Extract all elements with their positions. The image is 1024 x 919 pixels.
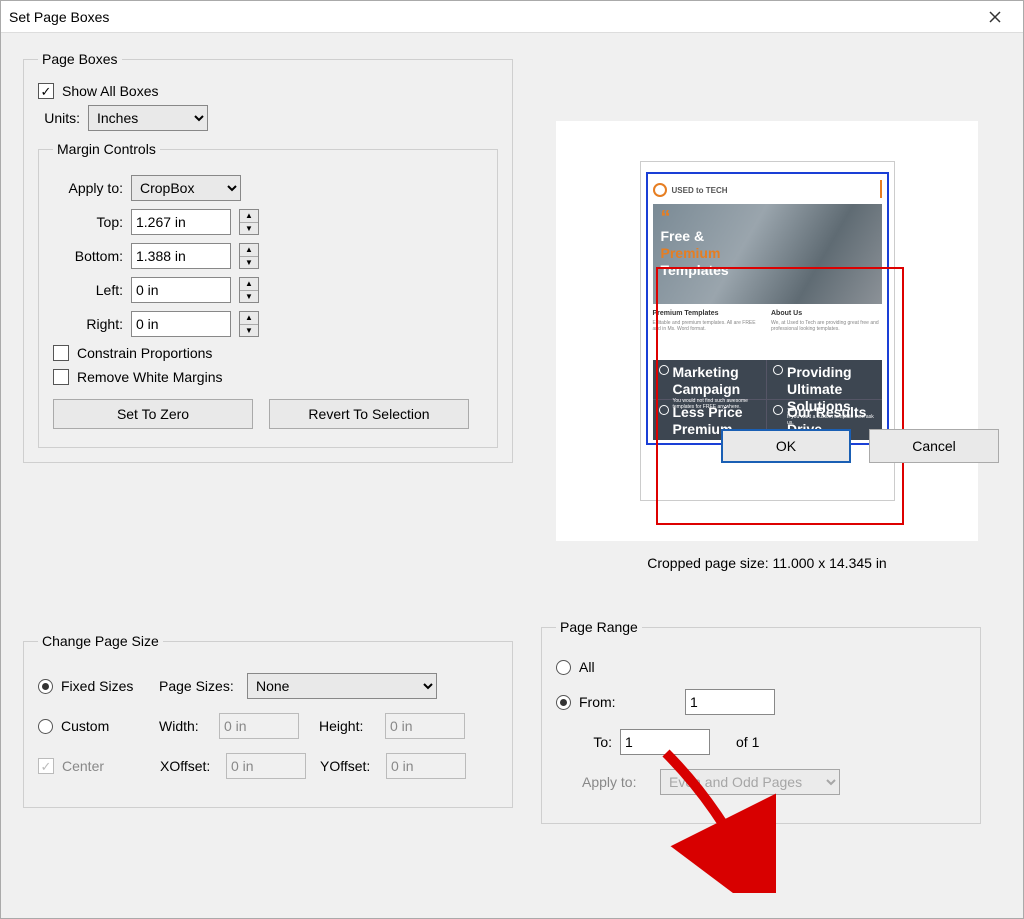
dialog-title: Set Page Boxes [9, 9, 109, 25]
constrain-proportions-checkbox[interactable] [53, 345, 69, 361]
top-label: Top: [53, 214, 123, 230]
apply-to-label: Apply to: [53, 180, 123, 196]
to-input[interactable] [620, 729, 710, 755]
to-label: To: [582, 734, 612, 750]
page-range-group: Page Range All From: To: of 1 Apply to: [541, 619, 981, 824]
center-label: Center [62, 758, 152, 774]
range-apply-to-select: Even and Odd Pages [660, 769, 840, 795]
ok-button[interactable]: OK [721, 429, 851, 463]
margin-controls-legend: Margin Controls [53, 141, 160, 157]
units-select[interactable]: Inches [88, 105, 208, 131]
page-sizes-label: Page Sizes: [159, 678, 239, 694]
titlebar: Set Page Boxes [1, 1, 1023, 33]
left-input[interactable] [131, 277, 231, 303]
cropped-size-label: Cropped page size: 11.000 x 14.345 in [556, 555, 978, 571]
width-input [219, 713, 299, 739]
change-page-size-legend: Change Page Size [38, 633, 163, 649]
apply-to-select[interactable]: CropBox [131, 175, 241, 201]
chevron-up-icon[interactable]: ▲ [240, 210, 258, 223]
dialog-footer: OK Cancel [721, 429, 999, 463]
page-boxes-group: Page Boxes Show All Boxes Units: Inches … [23, 51, 513, 463]
show-all-boxes-label: Show All Boxes [62, 83, 159, 99]
fixed-sizes-label: Fixed Sizes [61, 678, 151, 694]
chevron-up-icon[interactable]: ▲ [240, 312, 258, 325]
chevron-down-icon[interactable]: ▼ [240, 291, 258, 303]
change-page-size-group: Change Page Size Fixed Sizes Page Sizes:… [23, 633, 513, 808]
bottom-input[interactable] [131, 243, 231, 269]
constrain-proportions-label: Constrain Proportions [77, 345, 212, 361]
units-label: Units: [38, 110, 80, 126]
left-label: Left: [53, 282, 123, 298]
all-radio[interactable] [556, 660, 571, 675]
of-label: of 1 [736, 734, 759, 750]
bottom-label: Bottom: [53, 248, 123, 264]
chevron-down-icon[interactable]: ▼ [240, 325, 258, 337]
center-checkbox [38, 758, 54, 774]
yoffset-input [386, 753, 466, 779]
from-label: From: [579, 694, 639, 710]
chevron-up-icon[interactable]: ▲ [240, 244, 258, 257]
right-spinner[interactable]: ▲▼ [239, 311, 259, 337]
page-sizes-select[interactable]: None [247, 673, 437, 699]
all-label: All [579, 659, 595, 675]
remove-white-margins-checkbox[interactable] [53, 369, 69, 385]
dialog-set-page-boxes: Set Page Boxes Page Boxes Show All Boxes… [0, 0, 1024, 919]
remove-white-margins-label: Remove White Margins [77, 369, 223, 385]
custom-radio[interactable] [38, 719, 53, 734]
top-spinner[interactable]: ▲▼ [239, 209, 259, 235]
page-preview: USED to TECH “ Free & Premium Templates … [556, 121, 978, 541]
top-input[interactable] [131, 209, 231, 235]
custom-label: Custom [61, 718, 151, 734]
close-button[interactable] [975, 3, 1015, 31]
bleed-box-overlay[interactable] [656, 267, 904, 525]
height-input [385, 713, 465, 739]
right-input[interactable] [131, 311, 231, 337]
xoffset-input [226, 753, 306, 779]
page-boxes-legend: Page Boxes [38, 51, 122, 67]
bottom-spinner[interactable]: ▲▼ [239, 243, 259, 269]
cancel-button[interactable]: Cancel [869, 429, 999, 463]
fixed-sizes-radio[interactable] [38, 679, 53, 694]
right-label: Right: [53, 316, 123, 332]
revert-to-selection-button[interactable]: Revert To Selection [269, 399, 469, 429]
chevron-down-icon[interactable]: ▼ [240, 223, 258, 235]
margin-controls-group: Margin Controls Apply to: CropBox Top: ▲… [38, 141, 498, 448]
width-label: Width: [159, 718, 211, 734]
height-label: Height: [319, 718, 377, 734]
page-range-legend: Page Range [556, 619, 642, 635]
set-to-zero-button[interactable]: Set To Zero [53, 399, 253, 429]
chevron-up-icon[interactable]: ▲ [240, 278, 258, 291]
xoffset-label: XOffset: [160, 758, 218, 774]
left-spinner[interactable]: ▲▼ [239, 277, 259, 303]
from-radio[interactable] [556, 695, 571, 710]
yoffset-label: YOffset: [320, 758, 378, 774]
from-input[interactable] [685, 689, 775, 715]
chevron-down-icon[interactable]: ▼ [240, 257, 258, 269]
show-all-boxes-checkbox[interactable] [38, 83, 54, 99]
close-icon [989, 11, 1001, 23]
range-apply-to-label: Apply to: [582, 774, 652, 790]
